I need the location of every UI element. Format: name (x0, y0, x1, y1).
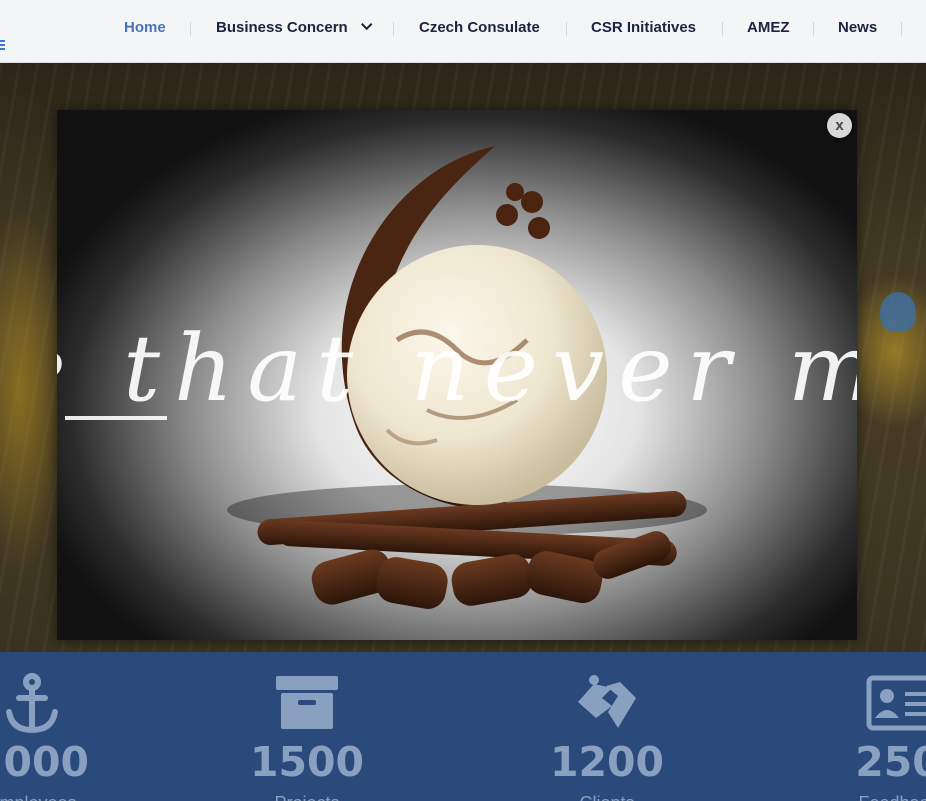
promo-headline: Love that never melts (57, 315, 857, 422)
nav-item-czech-consulate[interactable]: Czech Consulate (419, 0, 540, 56)
stat-number: 1200 (549, 738, 665, 786)
ice-cream-image: Love that never melts (57, 146, 857, 609)
stat-clients: 1200 Clients (487, 652, 727, 801)
anchor-icon (6, 673, 58, 734)
stat-employees: 2000 Employees (0, 652, 152, 801)
stat-label: Projects (187, 792, 427, 801)
chevron-down-icon (360, 18, 373, 31)
stat-label: Clients (487, 792, 727, 801)
stats-band: 2000 Employees 1500 Projects 1200 Client… (0, 652, 926, 801)
worker-helmet-image (880, 292, 916, 332)
handshake-icon (578, 675, 636, 728)
archive-box-icon (276, 676, 338, 729)
stat-number: 250 (855, 738, 926, 786)
nav-divider (393, 22, 394, 36)
id-card-icon (866, 675, 926, 731)
menu-icon[interactable] (0, 40, 5, 54)
nav-divider (190, 22, 191, 36)
top-navigation: Home Business Concern Czech Consulate CS… (0, 0, 926, 63)
nav-item-news[interactable]: News (838, 0, 877, 56)
nav-divider (901, 22, 902, 36)
stat-feedback: 250 Feedback (778, 652, 926, 801)
stat-label: Feedback (778, 792, 926, 801)
nav-item-csr-initiatives[interactable]: CSR Initiatives (591, 0, 696, 56)
promo-popup: Love that never melts (57, 110, 857, 640)
stat-label: Employees (0, 792, 152, 801)
nav-divider (813, 22, 814, 36)
nav-item-home[interactable]: Home (124, 0, 166, 56)
nav-item-amez[interactable]: AMEZ (747, 0, 790, 56)
nav-divider (722, 22, 723, 36)
nav-item-business-concern[interactable]: Business Concern (216, 0, 373, 56)
nav-item-label: Business Concern (216, 19, 348, 36)
stat-number: 1500 (249, 738, 365, 786)
close-button[interactable]: x (827, 113, 852, 138)
stat-projects: 1500 Projects (187, 652, 427, 801)
stat-number: 2000 (0, 738, 90, 786)
nav-divider (566, 22, 567, 36)
